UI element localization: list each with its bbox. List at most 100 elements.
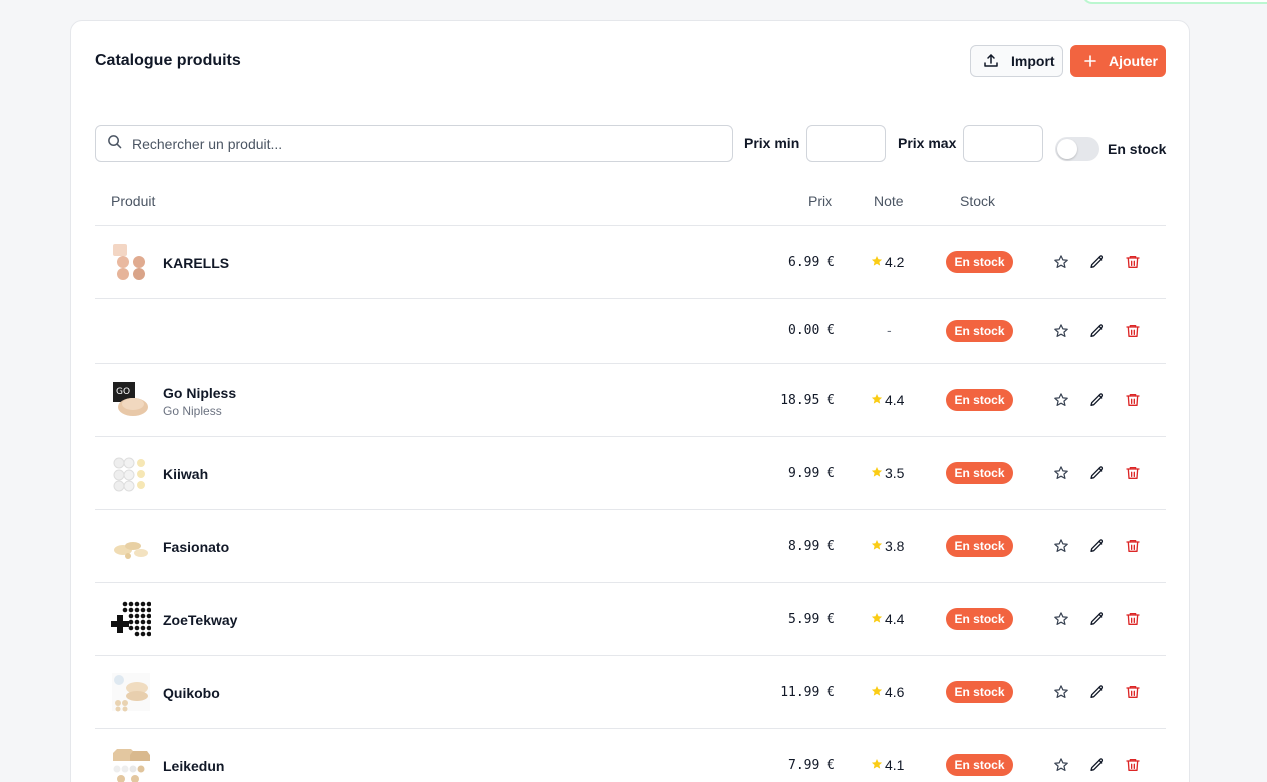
product-thumbnail — [111, 242, 151, 282]
pencil-icon[interactable] — [1087, 682, 1107, 702]
star-filled-icon — [871, 611, 885, 627]
pencil-icon[interactable] — [1087, 252, 1107, 272]
star-filled-icon — [871, 538, 885, 554]
min-price-label: Prix min — [744, 135, 800, 151]
product-name: ZoeTekway — [163, 612, 238, 628]
rating-value: 4.1 — [885, 757, 905, 773]
stock-badge: En stock — [946, 389, 1013, 411]
pencil-icon[interactable] — [1087, 536, 1107, 556]
search-input[interactable] — [132, 135, 692, 152]
product-price: 8.99 € — [788, 539, 835, 554]
search-box[interactable] — [95, 125, 733, 162]
star-outline-icon[interactable] — [1051, 755, 1071, 775]
product-thumbnail — [111, 526, 151, 566]
table-row[interactable]: Fasionato 8.99 € 3.8 En stock — [95, 510, 1166, 583]
pencil-icon[interactable] — [1087, 463, 1107, 483]
table-row[interactable]: GO Go Nipless Go Nipless 18.95 € 4.4 En … — [95, 364, 1166, 437]
star-outline-icon[interactable] — [1051, 609, 1071, 629]
product-rating: 4.4 — [871, 611, 904, 627]
upload-icon — [983, 53, 999, 69]
product-price: 18.95 € — [780, 393, 835, 408]
stock-badge: En stock — [946, 681, 1013, 703]
product-name: Leikedun — [163, 758, 225, 774]
stock-badge: En stock — [946, 608, 1013, 630]
product-name: Kiiwah — [163, 466, 209, 482]
table-row[interactable]: ZoeTekway 5.99 € 4.4 En stock — [95, 583, 1166, 656]
star-outline-icon[interactable] — [1051, 321, 1071, 341]
table-row[interactable]: KARELLS 6.99 € 4.2 En stock — [95, 226, 1166, 299]
star-outline-icon[interactable] — [1051, 536, 1071, 556]
product-name: KARELLS — [163, 255, 230, 271]
stock-badge: En stock — [946, 320, 1013, 342]
trash-icon[interactable] — [1123, 252, 1143, 272]
min-price-box[interactable] — [806, 125, 886, 162]
product-rating: 4.2 — [871, 254, 904, 270]
star-outline-icon[interactable] — [1051, 390, 1071, 410]
rating-value: 4.4 — [885, 392, 905, 408]
rating-value: 3.8 — [885, 538, 905, 554]
trash-icon[interactable] — [1123, 390, 1143, 410]
stock-badge: En stock — [946, 535, 1013, 557]
trash-icon[interactable] — [1123, 755, 1143, 775]
star-filled-icon — [871, 757, 885, 773]
trash-icon[interactable] — [1123, 609, 1143, 629]
in-stock-toggle[interactable] — [1055, 137, 1099, 161]
product-thumbnail — [111, 453, 151, 493]
trash-icon[interactable] — [1123, 321, 1143, 341]
table-row[interactable]: Quikobo 11.99 € 4.6 En stock — [95, 656, 1166, 729]
product-thumbnail — [111, 672, 151, 712]
max-price-box[interactable] — [963, 125, 1043, 162]
product-price: 7.99 € — [788, 758, 835, 773]
trash-icon[interactable] — [1123, 682, 1143, 702]
trash-icon[interactable] — [1123, 463, 1143, 483]
toast-edge — [1082, 0, 1267, 4]
column-header-rating[interactable]: Note — [874, 193, 904, 209]
product-thumbnail: GO — [111, 380, 151, 420]
page-title: Catalogue produits — [95, 52, 241, 69]
import-button[interactable]: Import — [970, 45, 1063, 77]
trash-icon[interactable] — [1123, 536, 1143, 556]
product-thumbnail — [111, 599, 152, 639]
max-price-input[interactable] — [964, 126, 1042, 161]
rating-value: 4.6 — [885, 684, 905, 700]
product-rating: 4.6 — [871, 684, 904, 700]
product-price: 9.99 € — [788, 466, 835, 481]
table-row[interactable]: Leikedun 7.99 € 4.1 En stock — [95, 729, 1166, 782]
pencil-icon[interactable] — [1087, 755, 1107, 775]
table-row[interactable]: Kiiwah 9.99 € 3.5 En stock — [95, 437, 1166, 510]
rating-value: 3.5 — [885, 465, 905, 481]
add-product-button[interactable]: Ajouter — [1070, 45, 1166, 77]
star-filled-icon — [871, 465, 885, 481]
pencil-icon[interactable] — [1087, 390, 1107, 410]
product-name: Quikobo — [163, 685, 220, 701]
pencil-icon[interactable] — [1087, 321, 1107, 341]
product-rating: 4.1 — [871, 757, 904, 773]
column-header-product[interactable]: Produit — [111, 193, 155, 209]
column-header-price[interactable]: Prix — [808, 193, 832, 209]
product-price: 5.99 € — [788, 612, 835, 627]
column-header-stock[interactable]: Stock — [960, 193, 995, 209]
product-name: Go Nipless — [163, 385, 237, 401]
star-filled-icon — [871, 684, 885, 700]
stock-badge: En stock — [946, 251, 1013, 273]
rating-value: 4.4 — [885, 611, 905, 627]
star-outline-icon[interactable] — [1051, 463, 1071, 483]
product-catalog-card: Catalogue produits Import Ajouter Prix m… — [70, 20, 1190, 782]
toggle-knob — [1057, 139, 1077, 159]
product-rating: 3.5 — [871, 465, 904, 481]
table-row[interactable]: 0.00 € - En stock — [95, 299, 1166, 364]
star-outline-icon[interactable] — [1051, 682, 1071, 702]
product-rating: 3.8 — [871, 538, 904, 554]
product-price: 11.99 € — [780, 685, 835, 700]
star-filled-icon — [871, 254, 885, 270]
product-name: Fasionato — [163, 539, 230, 555]
max-price-label: Prix max — [898, 135, 957, 151]
in-stock-toggle-label: En stock — [1108, 141, 1167, 157]
star-outline-icon[interactable] — [1051, 252, 1071, 272]
add-button-label: Ajouter — [1109, 53, 1158, 69]
product-price: 6.99 € — [788, 255, 835, 270]
star-filled-icon — [871, 392, 885, 408]
stock-badge: En stock — [946, 462, 1013, 484]
min-price-input[interactable] — [807, 126, 885, 161]
pencil-icon[interactable] — [1087, 609, 1107, 629]
